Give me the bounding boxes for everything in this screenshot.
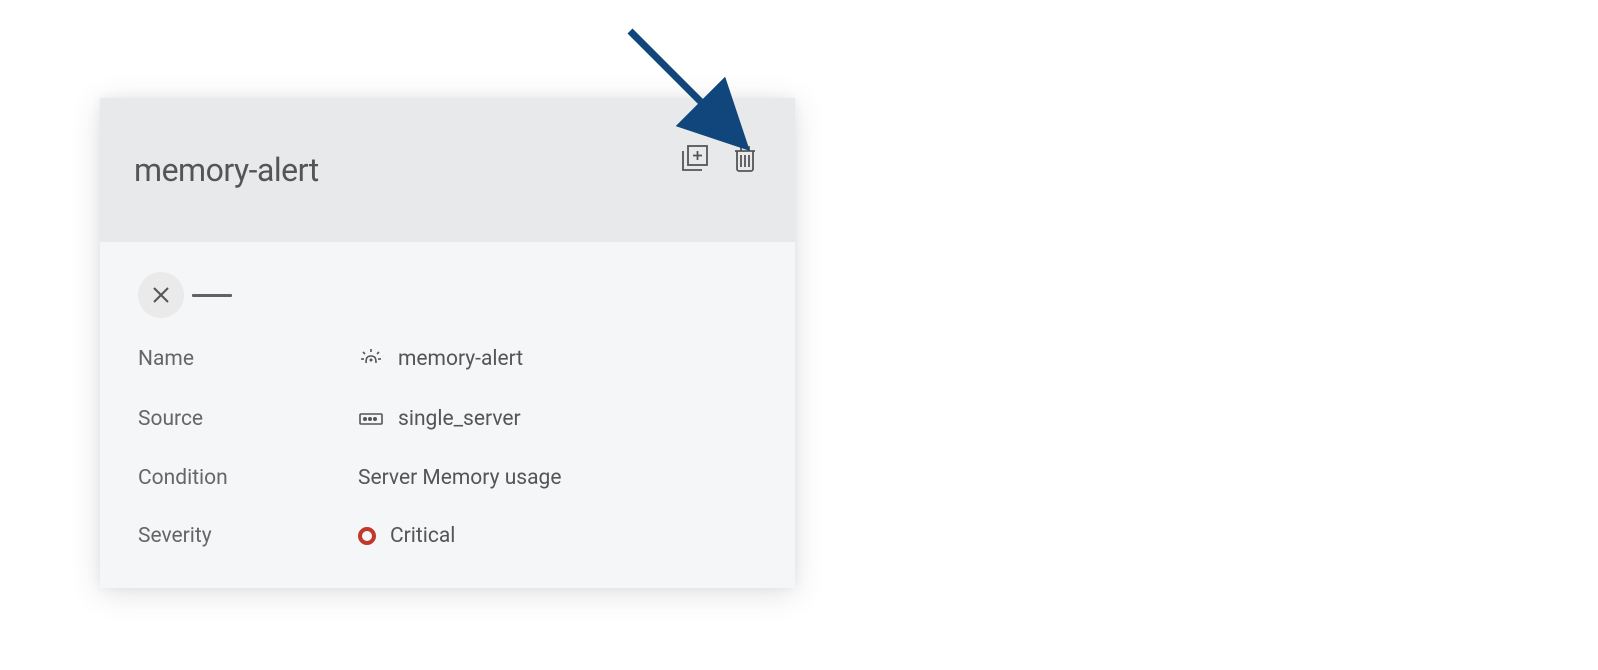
field-row-name: Name memory-alert — [134, 346, 761, 372]
label-name: Name — [138, 347, 358, 371]
field-row-source: Source single_server — [134, 406, 761, 432]
source-value-text: single_server — [398, 407, 521, 431]
condition-value-text: Server Memory usage — [358, 466, 561, 490]
duplicate-button[interactable] — [679, 142, 711, 174]
card-title: memory-alert — [134, 151, 319, 189]
collapse-line — [192, 294, 232, 297]
value-source: single_server — [358, 406, 521, 432]
value-condition: Server Memory usage — [358, 466, 561, 490]
close-icon — [151, 285, 171, 305]
severity-value-text: Critical — [390, 524, 455, 548]
field-row-condition: Condition Server Memory usage — [134, 466, 761, 490]
severity-indicator-icon — [358, 527, 376, 545]
delete-button[interactable] — [729, 142, 761, 174]
trash-icon — [731, 143, 759, 173]
duplicate-icon — [680, 143, 710, 173]
card-header: memory-alert — [100, 98, 795, 242]
server-icon — [358, 406, 384, 432]
close-button[interactable] — [138, 272, 184, 318]
label-source: Source — [138, 407, 358, 431]
field-row-severity: Severity Critical — [134, 524, 761, 548]
value-severity: Critical — [358, 524, 455, 548]
header-actions — [679, 142, 761, 174]
card-body: Name memory-alert Source — [100, 242, 795, 588]
value-name: memory-alert — [358, 346, 523, 372]
name-value-text: memory-alert — [398, 347, 523, 371]
label-condition: Condition — [138, 466, 358, 490]
collapse-controls — [138, 272, 761, 318]
label-severity: Severity — [138, 524, 358, 548]
alert-icon — [358, 346, 384, 372]
alert-card: memory-alert — [100, 98, 795, 588]
